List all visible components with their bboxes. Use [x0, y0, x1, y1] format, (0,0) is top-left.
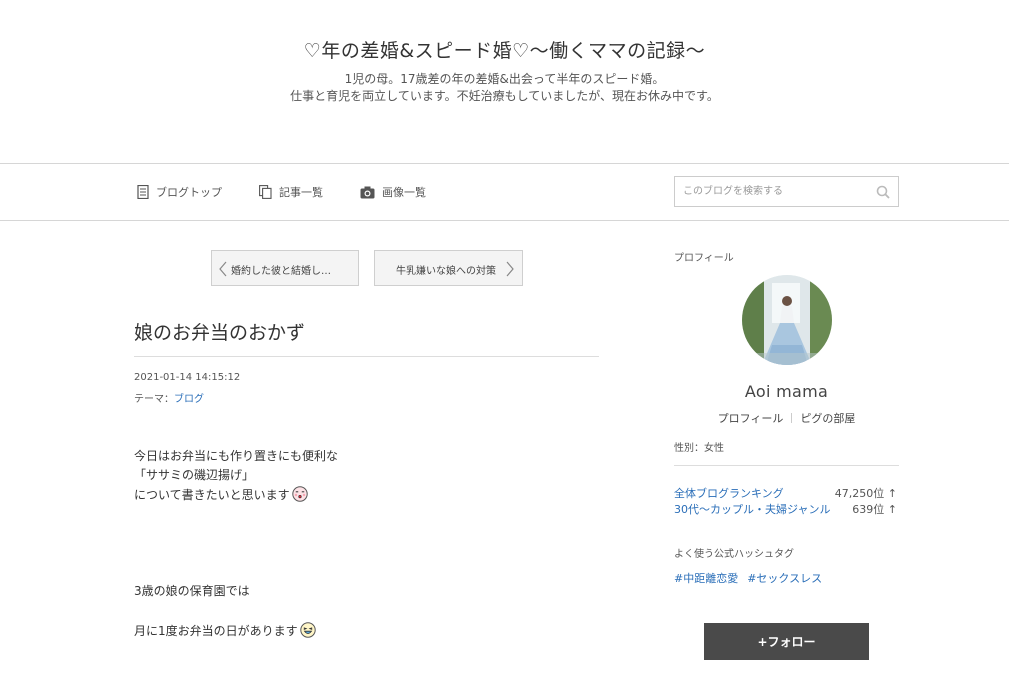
ranking-link-overall[interactable]: 全体ブログランキング [674, 485, 784, 501]
profile-links-separator [791, 413, 793, 423]
blog-description-line: 1児の母。17歳差の年の差婚&出会って半年のスピード婚。 [344, 72, 665, 86]
profile-links: プロフィール ピグの部屋 [674, 410, 899, 426]
avatar[interactable] [742, 275, 832, 365]
ranking-value-overall: 47,250位 ↑ [835, 485, 897, 501]
prev-article-label: 婚約した彼と結婚し… [231, 266, 331, 277]
article-body-line-with-emoji: について書きたいと思います [134, 486, 308, 503]
article-divider [134, 356, 599, 357]
pigg-room-link[interactable]: ピグの部屋 [800, 412, 855, 425]
ranking-link-genre[interactable]: 30代〜カップル・夫婦ジャンル [674, 501, 830, 517]
article-body-line: 3歳の娘の保育園では [134, 584, 250, 598]
nav-blog-top[interactable]: ブログトップ [137, 184, 222, 200]
camera-icon [360, 186, 375, 198]
copy-icon [259, 185, 272, 199]
article-theme-link[interactable]: ブログ [174, 394, 204, 405]
profile-link[interactable]: プロフィール [718, 412, 784, 425]
article-title[interactable]: 娘のお弁当のおかず [134, 318, 305, 345]
article-theme: テーマ：ブログ [134, 390, 204, 405]
article-body-line-with-emoji: 月に1度お弁当の日があります [134, 622, 316, 639]
nav-image-list-label: 画像一覧 [382, 186, 426, 199]
profile-gender: 性別：女性 [674, 443, 724, 454]
profile-heading: プロフィール [674, 253, 734, 264]
kiss-face-emoji-icon [291, 486, 308, 502]
laughing-face-emoji-icon [299, 622, 316, 638]
chevron-left-icon [219, 261, 227, 277]
blog-search-input[interactable] [675, 177, 873, 206]
hashtag-link[interactable]: #セックスレス [747, 572, 822, 585]
article-body-line: 「ササミの磯辺揚げ」 [134, 468, 255, 482]
nav-image-list[interactable]: 画像一覧 [360, 184, 426, 200]
nav-article-list-label: 記事一覧 [279, 186, 323, 199]
blog-header: ♡年の差婚&スピード婚♡〜働くママの記録〜 1児の母。17歳差の年の差婚&出会っ… [0, 0, 1009, 163]
ranking-value: 639位 [852, 503, 885, 516]
blog-title[interactable]: ♡年の差婚&スピード婚♡〜働くママの記録〜 [0, 36, 1009, 63]
ranking-row-overall: 全体ブログランキング 47,250位 ↑ [674, 485, 899, 501]
search-icon[interactable] [876, 185, 890, 199]
blog-description: 1児の母。17歳差の年の差婚&出会って半年のスピード婚。 仕事と育児を両立してい… [0, 71, 1009, 105]
blog-search [674, 176, 899, 207]
article-body-text: について書きたいと思います [134, 488, 290, 502]
nav-blog-top-label: ブログトップ [156, 186, 222, 199]
blog-description-line: 仕事と育児を両立しています。不妊治療もしていましたが、現在お休み中です。 [290, 89, 719, 103]
article-theme-prefix: テーマ： [134, 394, 174, 405]
ranking-trend-up-icon: ↑ [887, 503, 897, 516]
sidebar-divider [674, 465, 899, 466]
next-article-button[interactable]: 牛乳嫌いな娘への対策 [374, 250, 523, 286]
ranking-value: 47,250位 [834, 487, 885, 500]
ranking-value-genre: 639位 ↑ [852, 501, 897, 517]
follow-button[interactable]: +フォロー [704, 623, 869, 660]
ranking-row-genre: 30代〜カップル・夫婦ジャンル 639位 ↑ [674, 501, 899, 517]
prev-article-button[interactable]: 婚約した彼と結婚し… [211, 250, 359, 286]
hashtag-heading: よく使う公式ハッシュタグ [674, 549, 794, 560]
global-nav: ブログトップ 記事一覧 画像一覧 [0, 163, 1009, 221]
article-body-line: 今日はお弁当にも作り置きにも便利な [134, 449, 339, 463]
next-article-label: 牛乳嫌いな娘への対策 [396, 266, 496, 277]
hashtag-list: #中距離恋愛 #セックスレス [674, 570, 831, 586]
ranking-trend-up-icon: ↑ [887, 487, 897, 500]
article-body-text: 月に1度お弁当の日があります [134, 624, 298, 638]
article-date: 2021-01-14 14:15:12 [134, 372, 241, 383]
nav-article-list[interactable]: 記事一覧 [259, 184, 323, 200]
document-icon [137, 185, 149, 199]
chevron-right-icon [506, 261, 514, 277]
profile-name[interactable]: Aoi mama [674, 382, 899, 401]
hashtag-link[interactable]: #中距離恋愛 [674, 572, 738, 585]
avatar-image [742, 275, 832, 365]
